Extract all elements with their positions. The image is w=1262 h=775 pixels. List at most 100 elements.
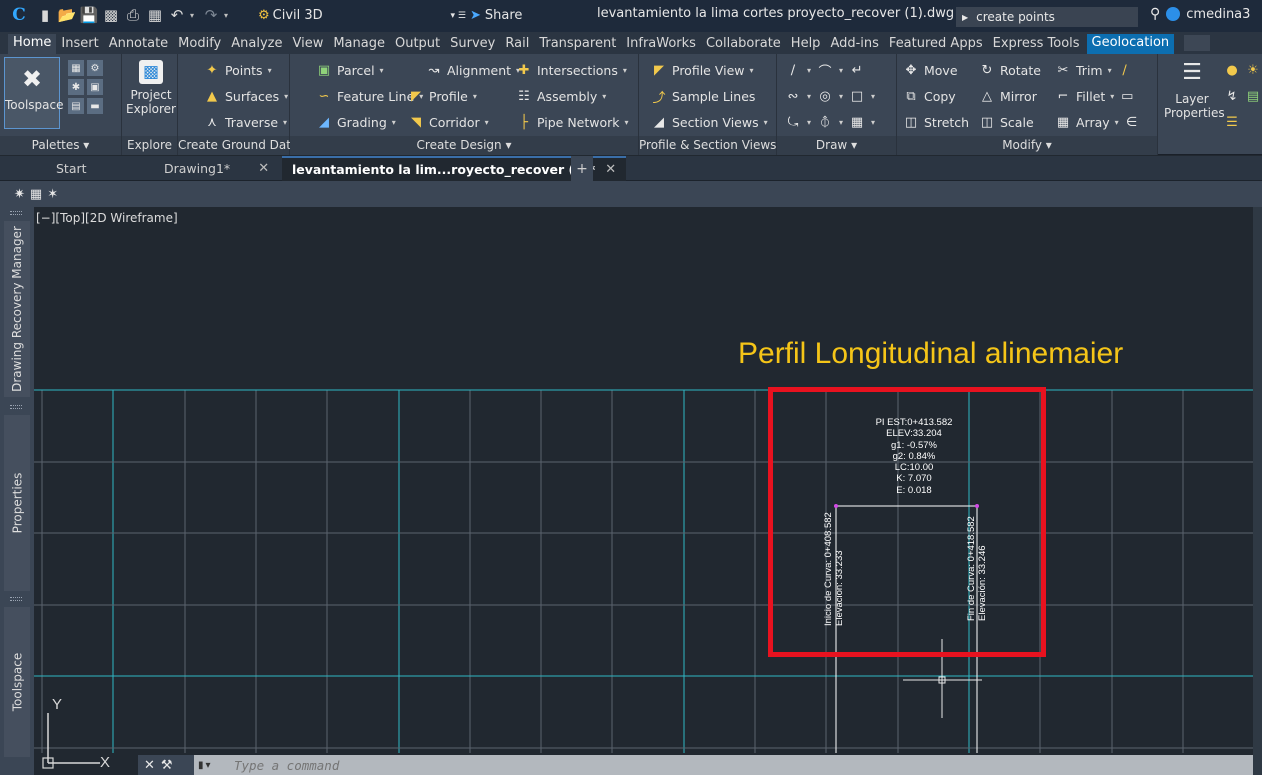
trim-button[interactable]: ✂ Trim ▾ ∕ <box>1055 60 1133 80</box>
create-points-icon[interactable]: ✷ <box>14 187 25 202</box>
tab-transparent[interactable]: Transparent <box>534 36 621 54</box>
open-folder-icon[interactable]: 📂 <box>58 6 77 24</box>
tab-rail[interactable]: Rail <box>500 36 534 54</box>
drawing-canvas[interactable]: X Y <box>34 207 1253 775</box>
surfaces-button[interactable]: ▲ Surfaces ▾ <box>204 86 288 106</box>
share-button[interactable]: ➤ Share <box>470 5 522 26</box>
intersections-button[interactable]: ✚ Intersections ▾ <box>516 60 627 80</box>
toolspace-tab[interactable]: Toolspace <box>4 607 30 757</box>
close-icon[interactable]: ✕ <box>605 162 616 177</box>
circle-icon[interactable]: ◎ <box>817 88 833 104</box>
properties-icon[interactable]: ▤ <box>68 98 84 114</box>
copy-button[interactable]: ⧉ Copy <box>903 86 955 106</box>
scale-button[interactable]: ◫ Scale <box>979 112 1034 132</box>
viewport-controls-label[interactable]: [−][Top][2D Wireframe] <box>36 211 178 225</box>
print-icon[interactable]: ▦ <box>146 6 164 24</box>
user-account[interactable]: ⚲ cmedina3 <box>1150 6 1250 22</box>
command-input[interactable] <box>234 757 834 773</box>
point-groups-icon[interactable]: ▦ <box>30 187 42 202</box>
grading-button[interactable]: ◢ Grading ▾ <box>316 112 396 132</box>
new-file-icon[interactable]: ▮ <box>36 6 54 24</box>
offset-icon[interactable]: ∈ <box>1124 114 1140 130</box>
section-views-button[interactable]: ◢ Section Views ▾ <box>651 112 768 132</box>
draw-panel-title[interactable]: Draw ▾ <box>777 136 896 155</box>
undo-icon[interactable]: ↶ <box>168 6 186 24</box>
erase-icon[interactable]: ∕ <box>1117 62 1133 78</box>
layers-icon[interactable]: ▬ <box>87 98 103 114</box>
redo-dropdown-icon[interactable]: ▾ <box>224 11 232 20</box>
tab-modify[interactable]: Modify <box>173 36 226 54</box>
ellipse-icon[interactable]: ⦽ <box>817 114 833 130</box>
app-logo-icon[interactable]: C <box>6 5 32 25</box>
save-as-icon[interactable]: ▩ <box>102 6 120 24</box>
tab-collaborate[interactable]: Collaborate <box>701 36 786 54</box>
layer-bulb-button[interactable]: ● ☀ <box>1224 60 1261 80</box>
recent-commands-dropdown[interactable]: ▮ ▾ <box>198 758 228 772</box>
tab-express-tools[interactable]: Express Tools <box>988 36 1085 54</box>
tab-help[interactable]: Help <box>786 36 826 54</box>
help-search-input[interactable]: ▶ create points <box>956 7 1138 27</box>
toolspace-button[interactable]: ✖ Toolspace <box>4 57 64 129</box>
settings-icon[interactable]: ⚙ <box>87 60 103 76</box>
project-explorer-button[interactable]: ▩ Project Explorer <box>126 60 176 116</box>
sample-lines-button[interactable]: ⤴ Sample Lines <box>651 86 755 106</box>
assembly-button[interactable]: ☷ Assembly ▾ <box>516 86 606 106</box>
search-icon[interactable]: ⚲ <box>1150 6 1160 22</box>
drawing-recovery-manager-tab[interactable]: Drawing Recovery Manager <box>4 221 30 397</box>
arc-icon[interactable]: ⌒ <box>817 62 833 80</box>
rectangle-icon[interactable]: □ <box>849 88 865 104</box>
line-icon[interactable]: ∕ <box>785 62 801 78</box>
redo-icon[interactable]: ↷ <box>202 6 220 24</box>
profile-button[interactable]: ◤ Profile ▾ <box>408 86 477 106</box>
palettes-panel-title[interactable]: Palettes ▾ <box>0 136 121 155</box>
workspace-selector[interactable]: ⚙ Civil 3D ▾ ☰ <box>258 5 466 26</box>
points-button[interactable]: ✦ Points ▾ <box>204 60 272 80</box>
edit-points-icon[interactable]: ✶ <box>47 187 58 202</box>
tab-survey[interactable]: Survey <box>445 36 500 54</box>
tab-home[interactable]: Home <box>8 34 57 54</box>
tab-drawing1[interactable]: Drawing1* ✕ <box>164 156 269 181</box>
stretch-button[interactable]: ◫ Stretch <box>903 112 969 132</box>
rotate-button[interactable]: ↻ Rotate <box>979 60 1041 80</box>
profile-view-button[interactable]: ◤ Profile View ▾ <box>651 60 754 80</box>
close-icon[interactable]: ✕ <box>144 758 155 773</box>
toolbox-icon[interactable]: ▣ <box>87 79 103 95</box>
tab-start[interactable]: Start <box>56 156 87 181</box>
tab-manage[interactable]: Manage <box>328 36 390 54</box>
explode-icon[interactable]: ▭ <box>1119 88 1135 104</box>
layer-properties-button[interactable]: ☰ Layer Properties <box>1164 58 1225 121</box>
grip-icon[interactable] <box>10 405 22 409</box>
corridor-button[interactable]: ◥ Corridor ▾ <box>408 112 489 132</box>
ribbon-minimize-button[interactable] <box>1184 35 1211 51</box>
tab-view[interactable]: View <box>287 36 328 54</box>
prospector-icon[interactable]: ▦ <box>68 60 84 76</box>
mirror-button[interactable]: △ Mirror <box>979 86 1037 106</box>
close-icon[interactable]: ✕ <box>258 161 269 176</box>
layer-tools-row-2[interactable]: ↯ ▤ <box>1224 86 1261 106</box>
create-ground-data-panel-title[interactable]: Create Ground Data ▾ <box>178 136 308 155</box>
tab-output[interactable]: Output <box>390 36 445 54</box>
move-button[interactable]: ✥ Move <box>903 60 958 80</box>
tab-annotate[interactable]: Annotate <box>104 36 173 54</box>
spline-icon[interactable]: ∾ <box>785 88 801 104</box>
parcel-button[interactable]: ▣ Parcel ▾ <box>316 60 384 80</box>
polyline-icon[interactable]: ↵ <box>849 62 865 78</box>
create-design-panel-title[interactable]: Create Design ▾ <box>290 136 638 155</box>
tab-infraworks[interactable]: InfraWorks <box>621 36 701 54</box>
plot-icon[interactable]: ⎙ <box>124 6 142 24</box>
survey-icon[interactable]: ✱ <box>68 79 84 95</box>
traverse-button[interactable]: ⋏ Traverse ▾ <box>204 112 287 132</box>
array-button[interactable]: ▦ Array ▾ ∈ <box>1055 112 1140 132</box>
hatch-icon[interactable]: ▦ <box>849 114 865 130</box>
save-icon[interactable]: 💾 <box>80 6 99 24</box>
layer-tools-row-3[interactable]: ☰ <box>1224 112 1240 132</box>
tab-geolocation[interactable]: Geolocation <box>1086 34 1175 54</box>
undo-dropdown-icon[interactable]: ▾ <box>190 11 198 20</box>
fillet-button[interactable]: ⌐ Fillet ▾ ▭ <box>1055 86 1135 106</box>
pipe-network-button[interactable]: ├ Pipe Network ▾ <box>516 112 628 132</box>
customize-wrench-icon[interactable]: ⚒ <box>161 758 173 773</box>
region-icon[interactable]: ⤿ <box>785 114 801 130</box>
tab-analyze[interactable]: Analyze <box>226 36 287 54</box>
tab-insert[interactable]: Insert <box>56 36 103 54</box>
alignment-button[interactable]: ↝ Alignment ▾ <box>426 60 521 80</box>
